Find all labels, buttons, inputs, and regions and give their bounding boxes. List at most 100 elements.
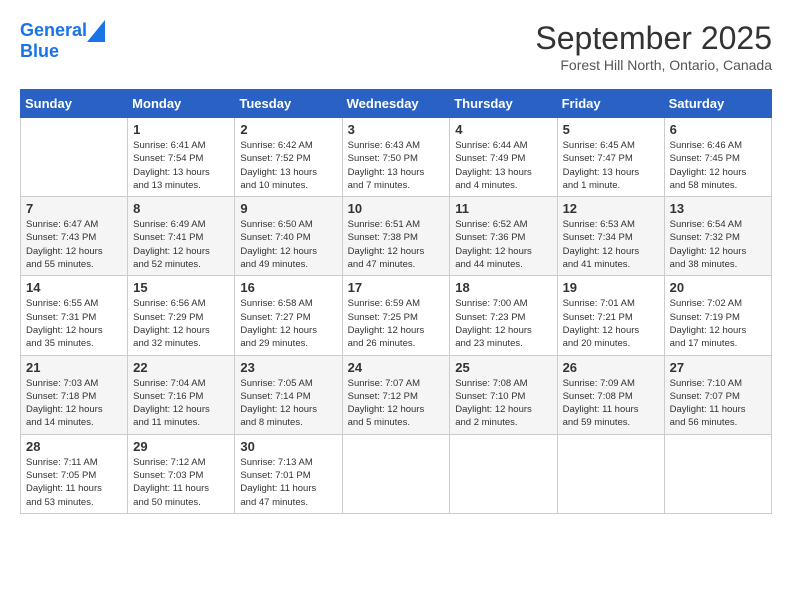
calendar-week-row: 21 Sunrise: 7:03 AMSunset: 7:18 PMDayligh… [21,355,772,434]
calendar-cell: 30 Sunrise: 7:13 AMSunset: 7:01 PMDayligh… [235,434,342,513]
title-area: September 2025 Forest Hill North, Ontari… [535,20,772,73]
weekday-header: Wednesday [342,90,450,118]
day-number: 21 [26,360,122,375]
cell-info: Sunrise: 6:49 AMSunset: 7:41 PMDaylight:… [133,218,229,271]
day-number: 16 [240,280,336,295]
cell-info: Sunrise: 7:07 AMSunset: 7:12 PMDaylight:… [348,377,445,430]
day-number: 15 [133,280,229,295]
weekday-header: Friday [557,90,664,118]
calendar-cell: 5Sunrise: 6:45 AMSunset: 7:47 PMDaylight… [557,118,664,197]
calendar-table: SundayMondayTuesdayWednesdayThursdayFrid… [20,89,772,514]
calendar-cell: 23 Sunrise: 7:05 AMSunset: 7:14 PMDayligh… [235,355,342,434]
day-number: 24 [348,360,445,375]
calendar-week-row: 7 Sunrise: 6:47 AMSunset: 7:43 PMDaylight… [21,197,772,276]
logo-icon [87,20,105,42]
calendar-cell: 21 Sunrise: 7:03 AMSunset: 7:18 PMDayligh… [21,355,128,434]
day-number: 30 [240,439,336,454]
day-number: 19 [563,280,659,295]
weekday-header: Sunday [21,90,128,118]
day-number: 18 [455,280,551,295]
day-number: 20 [670,280,766,295]
calendar-week-row: 28 Sunrise: 7:11 AMSunset: 7:05 PMDayligh… [21,434,772,513]
day-number: 11 [455,201,551,216]
cell-info: Sunrise: 6:46 AMSunset: 7:45 PMDaylight:… [670,139,766,192]
cell-info: Sunrise: 7:12 AMSunset: 7:03 PMDaylight:… [133,456,229,509]
cell-info: Sunrise: 6:44 AMSunset: 7:49 PMDaylight:… [455,139,551,192]
cell-info: Sunrise: 7:08 AMSunset: 7:10 PMDaylight:… [455,377,551,430]
cell-info: Sunrise: 7:03 AMSunset: 7:18 PMDaylight:… [26,377,122,430]
calendar-cell: 7 Sunrise: 6:47 AMSunset: 7:43 PMDaylight… [21,197,128,276]
calendar-cell: 17 Sunrise: 6:59 AMSunset: 7:25 PMDayligh… [342,276,450,355]
day-number: 12 [563,201,659,216]
month-title: September 2025 [535,20,772,57]
cell-info: Sunrise: 7:09 AMSunset: 7:08 PMDaylight:… [563,377,659,430]
calendar-cell: 11Sunrise: 6:52 AMSunset: 7:36 PMDayligh… [450,197,557,276]
cell-info: Sunrise: 7:13 AMSunset: 7:01 PMDaylight:… [240,456,336,509]
calendar-cell: 19 Sunrise: 7:01 AMSunset: 7:21 PMDayligh… [557,276,664,355]
calendar-cell: 28 Sunrise: 7:11 AMSunset: 7:05 PMDayligh… [21,434,128,513]
cell-info: Sunrise: 6:47 AMSunset: 7:43 PMDaylight:… [26,218,122,271]
day-number: 29 [133,439,229,454]
calendar-cell: 15Sunrise: 6:56 AMSunset: 7:29 PMDayligh… [128,276,235,355]
logo-text-blue: Blue [20,42,105,62]
cell-info: Sunrise: 7:04 AMSunset: 7:16 PMDaylight:… [133,377,229,430]
weekday-header: Monday [128,90,235,118]
day-number: 14 [26,280,122,295]
calendar-cell [557,434,664,513]
cell-info: Sunrise: 6:51 AMSunset: 7:38 PMDaylight:… [348,218,445,271]
day-number: 4 [455,122,551,137]
cell-info: Sunrise: 6:43 AMSunset: 7:50 PMDaylight:… [348,139,445,192]
calendar-cell: 26 Sunrise: 7:09 AMSunset: 7:08 PMDayligh… [557,355,664,434]
day-number: 17 [348,280,445,295]
calendar-cell: 2 Sunrise: 6:42 AMSunset: 7:52 PMDaylight… [235,118,342,197]
calendar-cell: 12 Sunrise: 6:53 AMSunset: 7:34 PMDayligh… [557,197,664,276]
calendar-header-row: SundayMondayTuesdayWednesdayThursdayFrid… [21,90,772,118]
calendar-cell: 22 Sunrise: 7:04 AMSunset: 7:16 PMDayligh… [128,355,235,434]
calendar-cell [664,434,771,513]
day-number: 10 [348,201,445,216]
cell-info: Sunrise: 6:53 AMSunset: 7:34 PMDaylight:… [563,218,659,271]
cell-info: Sunrise: 6:41 AMSunset: 7:54 PMDaylight:… [133,139,229,192]
calendar-cell: 6 Sunrise: 6:46 AMSunset: 7:45 PMDaylight… [664,118,771,197]
cell-info: Sunrise: 7:11 AMSunset: 7:05 PMDaylight:… [26,456,122,509]
calendar-cell: 29 Sunrise: 7:12 AMSunset: 7:03 PMDayligh… [128,434,235,513]
cell-info: Sunrise: 6:54 AMSunset: 7:32 PMDaylight:… [670,218,766,271]
calendar-cell: 25 Sunrise: 7:08 AMSunset: 7:10 PMDayligh… [450,355,557,434]
weekday-header: Tuesday [235,90,342,118]
day-number: 6 [670,122,766,137]
day-number: 23 [240,360,336,375]
day-number: 2 [240,122,336,137]
calendar-cell [450,434,557,513]
day-number: 26 [563,360,659,375]
calendar-cell [342,434,450,513]
cell-info: Sunrise: 7:05 AMSunset: 7:14 PMDaylight:… [240,377,336,430]
day-number: 28 [26,439,122,454]
day-number: 13 [670,201,766,216]
cell-info: Sunrise: 6:50 AMSunset: 7:40 PMDaylight:… [240,218,336,271]
day-number: 7 [26,201,122,216]
calendar-week-row: 1Sunrise: 6:41 AMSunset: 7:54 PMDaylight… [21,118,772,197]
calendar-cell: 10 Sunrise: 6:51 AMSunset: 7:38 PMDayligh… [342,197,450,276]
day-number: 25 [455,360,551,375]
calendar-cell: 14Sunrise: 6:55 AMSunset: 7:31 PMDayligh… [21,276,128,355]
day-number: 22 [133,360,229,375]
calendar-cell [21,118,128,197]
calendar-cell: 1Sunrise: 6:41 AMSunset: 7:54 PMDaylight… [128,118,235,197]
cell-info: Sunrise: 6:42 AMSunset: 7:52 PMDaylight:… [240,139,336,192]
calendar-cell: 24 Sunrise: 7:07 AMSunset: 7:12 PMDayligh… [342,355,450,434]
calendar-cell: 8Sunrise: 6:49 AMSunset: 7:41 PMDaylight… [128,197,235,276]
day-number: 9 [240,201,336,216]
calendar-cell: 27 Sunrise: 7:10 AMSunset: 7:07 PMDayligh… [664,355,771,434]
day-number: 5 [563,122,659,137]
calendar-cell: 4 Sunrise: 6:44 AMSunset: 7:49 PMDaylight… [450,118,557,197]
cell-info: Sunrise: 6:58 AMSunset: 7:27 PMDaylight:… [240,297,336,350]
calendar-cell: 3Sunrise: 6:43 AMSunset: 7:50 PMDaylight… [342,118,450,197]
cell-info: Sunrise: 7:10 AMSunset: 7:07 PMDaylight:… [670,377,766,430]
cell-info: Sunrise: 6:59 AMSunset: 7:25 PMDaylight:… [348,297,445,350]
calendar-cell: 13 Sunrise: 6:54 AMSunset: 7:32 PMDayligh… [664,197,771,276]
day-number: 27 [670,360,766,375]
weekday-header: Thursday [450,90,557,118]
page-header: General Blue September 2025 Forest Hill … [20,20,772,73]
logo: General Blue [20,20,105,62]
cell-info: Sunrise: 7:01 AMSunset: 7:21 PMDaylight:… [563,297,659,350]
